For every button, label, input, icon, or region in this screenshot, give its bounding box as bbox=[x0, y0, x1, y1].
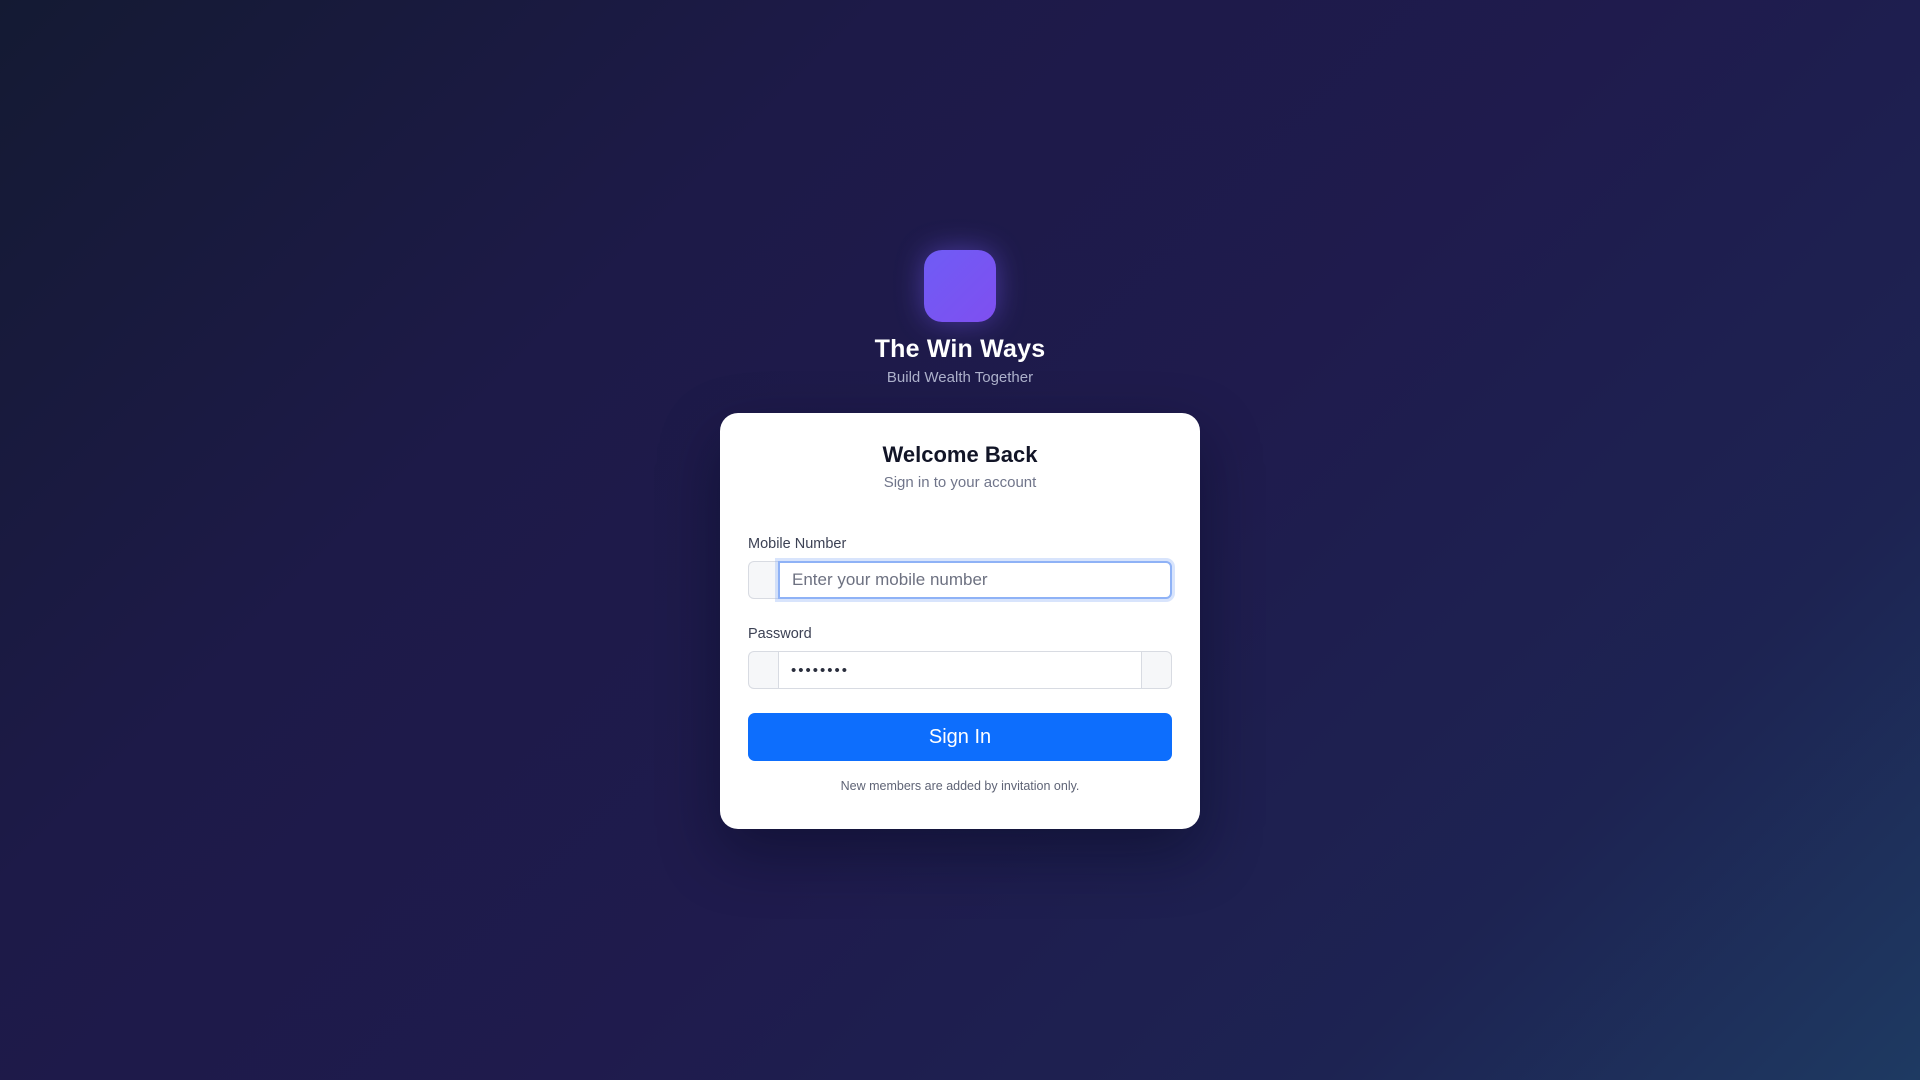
mobile-number-group bbox=[748, 561, 1172, 599]
login-page: The Win Ways Build Wealth Together Welco… bbox=[0, 0, 1920, 1080]
password-label: Password bbox=[748, 626, 812, 642]
password-input[interactable] bbox=[778, 651, 1142, 689]
mobile-number-label: Mobile Number bbox=[748, 536, 847, 552]
password-group bbox=[748, 651, 1172, 689]
brand-header: The Win Ways Build Wealth Together bbox=[0, 250, 1920, 388]
brand-title: The Win Ways bbox=[874, 335, 1046, 363]
sign-in-button[interactable]: Sign In bbox=[748, 713, 1172, 761]
login-title: Welcome Back bbox=[882, 442, 1038, 467]
login-subtitle: Sign in to your account bbox=[883, 474, 1037, 491]
password-visibility-toggle[interactable] bbox=[1142, 651, 1172, 689]
invitation-note: New members are added by invitation only… bbox=[840, 779, 1080, 793]
login-card: Welcome Back Sign in to your account Mob… bbox=[720, 413, 1200, 829]
brand-subtitle: Build Wealth Together bbox=[886, 369, 1034, 386]
mobile-number-input[interactable] bbox=[778, 561, 1172, 599]
password-prefix-addon bbox=[748, 651, 778, 689]
app-logo bbox=[924, 250, 996, 322]
mobile-prefix-addon bbox=[748, 561, 778, 599]
